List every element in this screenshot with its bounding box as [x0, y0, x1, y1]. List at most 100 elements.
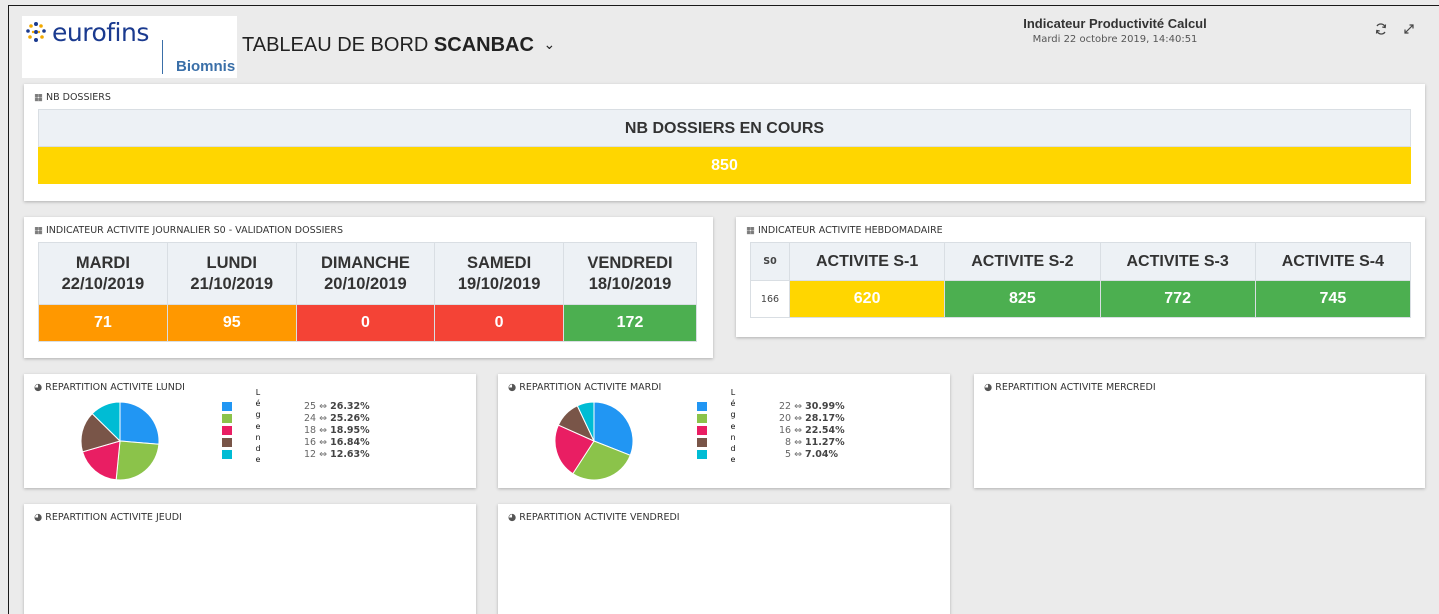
- pie-vendredi-title-text: REPARTITION ACTIVITE VENDREDI: [519, 512, 680, 523]
- legend-percent: 16.84%: [330, 437, 370, 448]
- report-info: Indicateur Productivité Calcul Mardi 22 …: [950, 16, 1280, 45]
- daily-header-cell: SAMEDI 19/10/2019: [434, 242, 565, 305]
- legend-percent: 28.17%: [805, 413, 845, 424]
- day-date: 19/10/2019: [457, 274, 541, 293]
- legend-swatch-lundi-4: [222, 450, 232, 459]
- daily-value-cell: 0: [434, 304, 565, 342]
- legend-percent: 25.26%: [330, 413, 370, 424]
- pie-vendredi-title: ◕ REPARTITION ACTIVITE VENDREDI: [508, 512, 680, 523]
- day-name: LUNDI: [206, 253, 257, 272]
- legend-swatch-mardi-1: [697, 414, 707, 423]
- legend-count: 25 ⇔: [304, 401, 331, 412]
- logo-separator: [162, 40, 163, 74]
- weekly-header-cell: ACTIVITE S-3: [1099, 242, 1256, 281]
- report-name: Indicateur Productivité Calcul: [1023, 16, 1207, 31]
- weekly-value-cell: 772: [1099, 280, 1256, 318]
- dashboard-title[interactable]: TABLEAU DE BORD SCANBAC ⌄: [242, 34, 555, 57]
- legend-count: 16 ⇔: [779, 425, 806, 436]
- logo-subtitle: Biomnis: [176, 58, 236, 75]
- legend-swatch-mardi-2: [697, 426, 707, 435]
- expand-icon[interactable]: [1402, 22, 1416, 36]
- table-icon: ▦: [746, 225, 755, 236]
- legend-percent: 12.63%: [330, 449, 370, 460]
- legend-swatch-lundi-2: [222, 426, 232, 435]
- eurofins-dots-icon: [26, 22, 46, 42]
- pie-chart-lundi: [80, 401, 160, 481]
- nb-dossiers-value: 850: [38, 147, 1411, 184]
- legend-percent: 7.04%: [805, 449, 839, 460]
- pie-mardi-title-text: REPARTITION ACTIVITE MARDI: [519, 382, 662, 393]
- logo: eurofins Biomnis: [22, 16, 237, 78]
- weekly-header-cell: ACTIVITE S-2: [944, 242, 1101, 281]
- legend-count: 24 ⇔: [304, 413, 331, 424]
- pie-chart-mardi: [554, 401, 634, 481]
- legend-swatch-lundi-1: [222, 414, 232, 423]
- pie-lundi-title: ◕ REPARTITION ACTIVITE LUNDI: [34, 382, 185, 393]
- legend-count: 5 ⇔: [785, 449, 806, 460]
- day-date: 22/10/2019: [61, 274, 145, 293]
- legend-word: Légende: [255, 388, 261, 465]
- weekly-value-cell: 825: [944, 280, 1101, 318]
- pie-chart-icon: ◕: [508, 512, 517, 523]
- daily-header-cell: MARDI 22/10/2019: [38, 242, 168, 305]
- legend-count: 12 ⇔: [304, 449, 331, 460]
- weekly-header-cell: ACTIVITE S-1: [788, 242, 946, 281]
- legend-swatch-lundi-3: [222, 438, 232, 447]
- legend-row-lundi-1: 24 ⇔ 25.26%: [304, 413, 370, 424]
- legend-percent: 30.99%: [805, 401, 845, 412]
- table-icon: ▦: [34, 225, 43, 236]
- pie-slice-lundi-1: [115, 440, 160, 481]
- pie-slice-lundi-0: [119, 401, 160, 445]
- legend-percent: 11.27%: [805, 437, 845, 448]
- pie-mercredi-title-text: REPARTITION ACTIVITE MERCREDI: [995, 382, 1156, 393]
- legend-row-mardi-3: 8 ⇔ 11.27%: [785, 437, 845, 448]
- day-name: MARDI: [75, 253, 130, 272]
- daily-title-text: INDICATEUR ACTIVITE JOURNALIER S0 - VALI…: [45, 225, 344, 236]
- pie-chart-icon: ◕: [984, 382, 993, 393]
- legend-row-mardi-2: 16 ⇔ 22.54%: [779, 425, 845, 436]
- daily-value-cell: 172: [563, 304, 697, 342]
- nb-dossiers-panel-title: ▦ NB DOSSIERS: [34, 92, 111, 103]
- pie-jeudi-title-text: REPARTITION ACTIVITE JEUDI: [45, 512, 182, 523]
- pie-panel-vendredi: ◕ REPARTITION ACTIVITE VENDREDI: [498, 504, 950, 614]
- refresh-icon[interactable]: [1374, 22, 1388, 36]
- daily-header-cell: VENDREDI 18/10/2019: [563, 242, 697, 305]
- weekly-title-text: INDICATEUR ACTIVITE HEBDOMADAIRE: [757, 225, 943, 236]
- legend-row-lundi-3: 16 ⇔ 16.84%: [304, 437, 370, 448]
- pie-chart-icon: ◕: [508, 382, 517, 393]
- nb-dossiers-title-text: NB DOSSIERS: [45, 92, 111, 103]
- legend-count: 8 ⇔: [785, 437, 806, 448]
- pie-chart-icon: ◕: [34, 512, 43, 523]
- weekly-value-cell: 620: [788, 280, 946, 318]
- legend-count: 16 ⇔: [304, 437, 331, 448]
- report-datetime: Mardi 22 octobre 2019, 14:40:51: [1032, 34, 1198, 45]
- daily-value-cell: 0: [295, 304, 436, 342]
- pie-mardi-title: ◕ REPARTITION ACTIVITE MARDI: [508, 382, 661, 393]
- s0-value: 166: [750, 280, 790, 318]
- title-bold: SCANBAC: [433, 34, 534, 56]
- weekly-panel-title: ▦ INDICATEUR ACTIVITE HEBDOMADAIRE: [746, 225, 943, 236]
- legend-count: 20 ⇔: [779, 413, 806, 424]
- legend-count: 18 ⇔: [304, 425, 331, 436]
- legend-count: 22 ⇔: [779, 401, 806, 412]
- weekly-value-cell: 745: [1254, 280, 1412, 318]
- daily-value-cell: 95: [166, 304, 297, 342]
- legend-swatch-mardi-0: [697, 402, 707, 411]
- legend-swatch-mardi-4: [697, 450, 707, 459]
- pie-panel-mercredi: ◕ REPARTITION ACTIVITE MERCREDI: [974, 374, 1425, 488]
- logo-text: eurofins: [52, 18, 149, 47]
- weekly-header-cell: ACTIVITE S-4: [1254, 242, 1412, 281]
- day-date: 20/10/2019: [324, 274, 407, 293]
- legend-word: Légende: [730, 388, 736, 465]
- chevron-down-icon[interactable]: ⌄: [543, 36, 555, 53]
- legend-swatch-mardi-3: [697, 438, 707, 447]
- legend-row-lundi-4: 12 ⇔ 12.63%: [304, 449, 370, 460]
- day-name: SAMEDI: [467, 253, 532, 272]
- pie-jeudi-title: ◕ REPARTITION ACTIVITE JEUDI: [34, 512, 182, 523]
- legend-row-lundi-0: 25 ⇔ 26.32%: [304, 401, 370, 412]
- weekly-activity-table: S0 ACTIVITE S-1 ACTIVITE S-2 ACTIVITE S-…: [750, 242, 1412, 318]
- legend-percent: 18.95%: [330, 425, 370, 436]
- s0-header: S0: [750, 242, 790, 281]
- legend-row-mardi-1: 20 ⇔ 28.17%: [779, 413, 845, 424]
- legend-percent: 22.54%: [805, 425, 845, 436]
